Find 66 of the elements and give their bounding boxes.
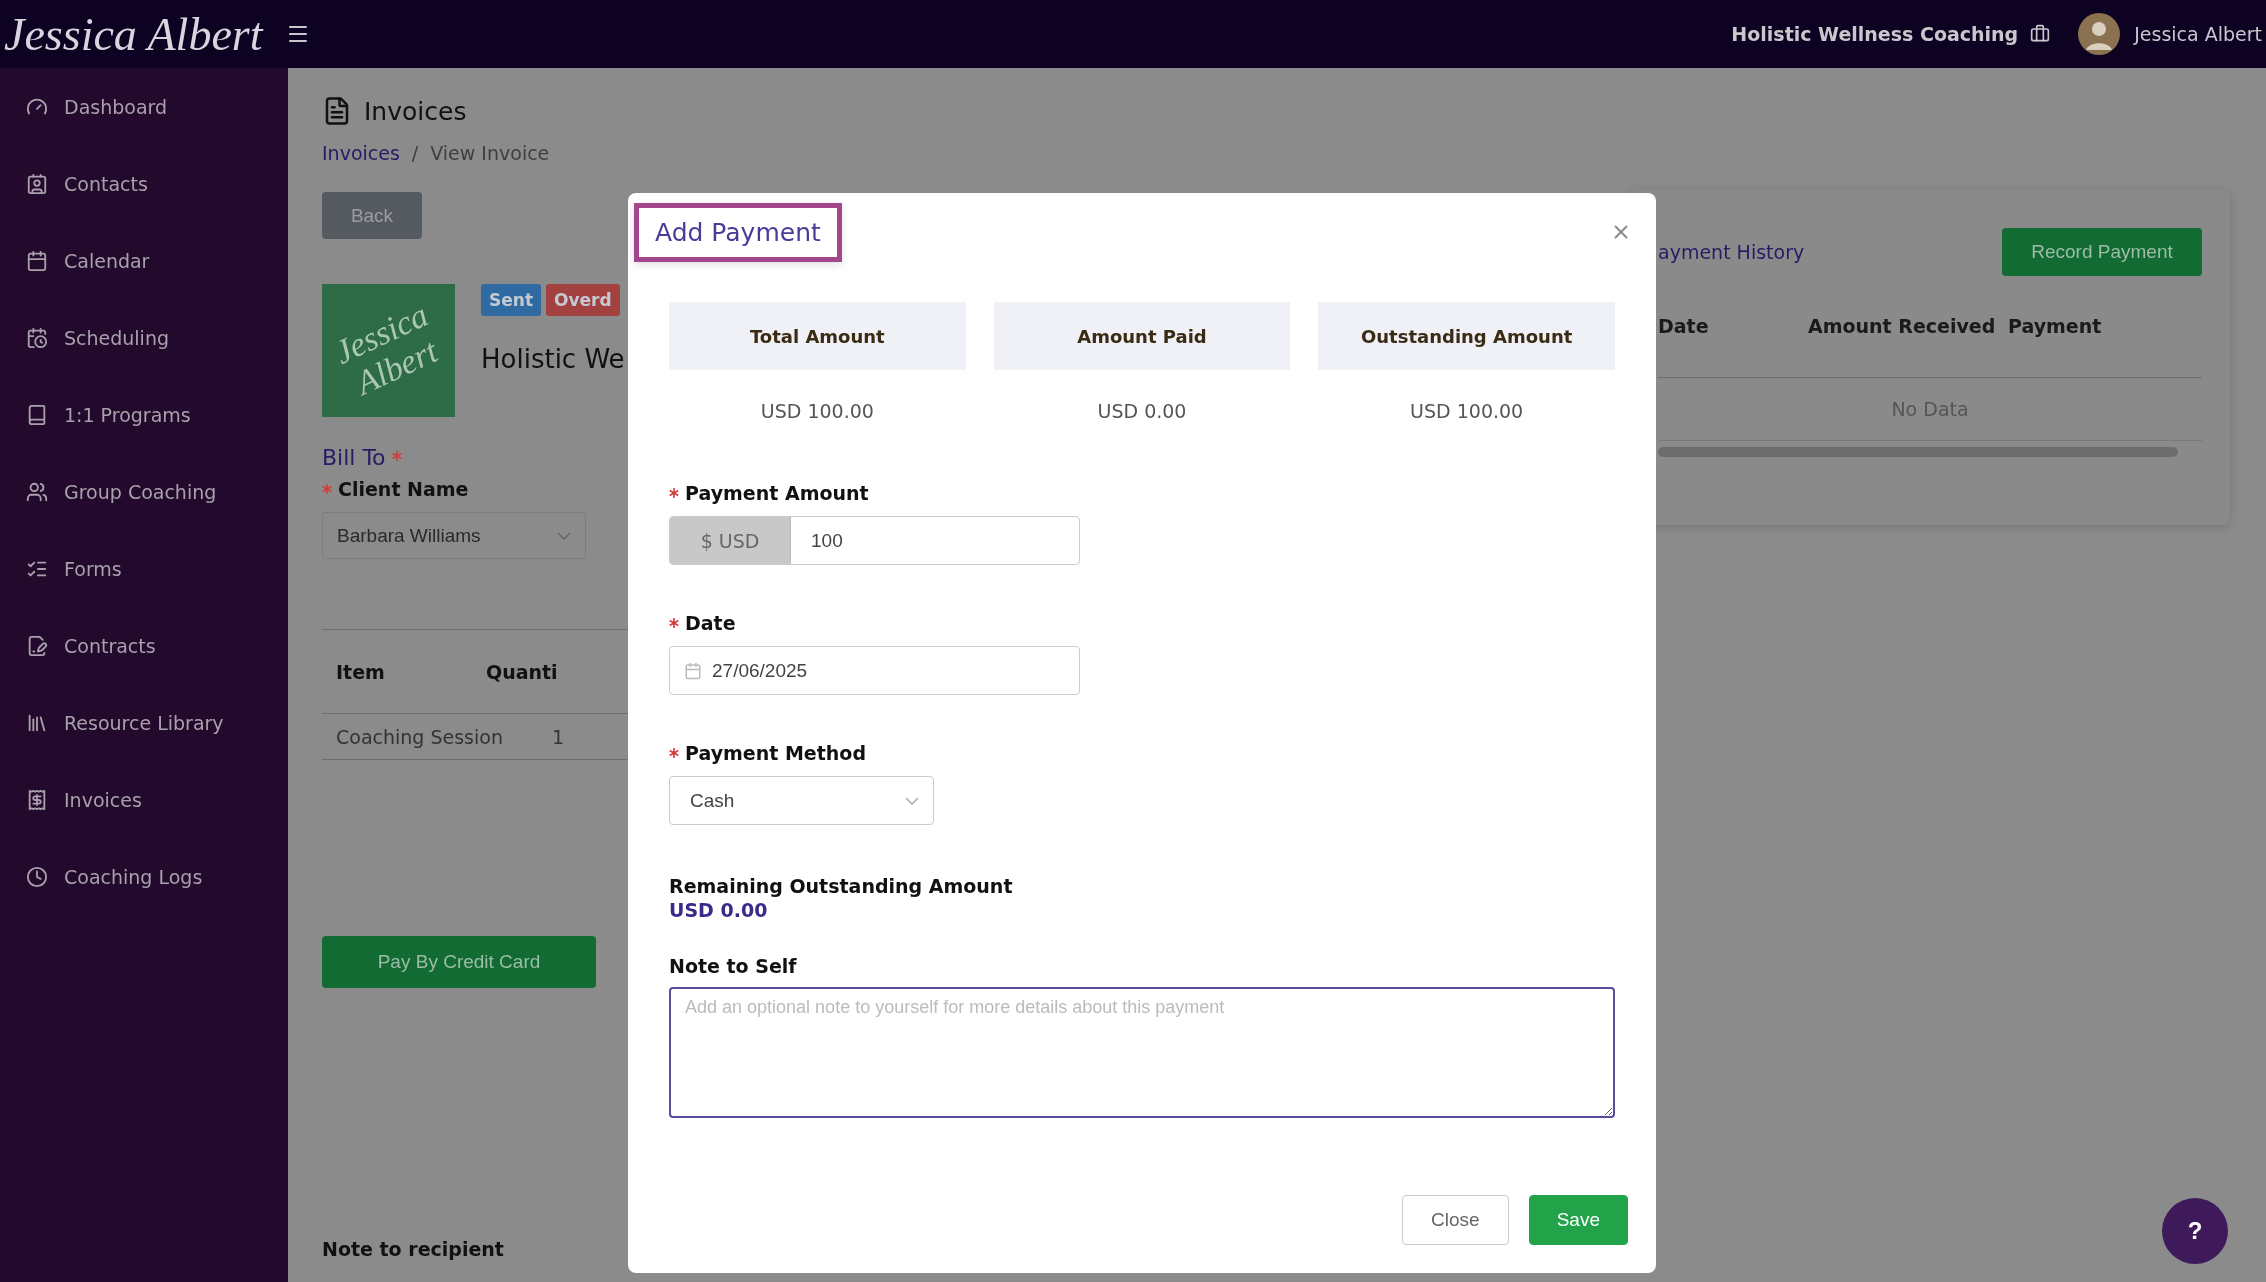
- sidebar-item[interactable]: Invoices: [0, 761, 288, 838]
- amount-field[interactable]: $ USD 100: [669, 516, 1080, 565]
- table-cell-text: Coaching Session: [336, 725, 504, 748]
- sidebar-item[interactable]: 1:1 Programs: [0, 376, 288, 453]
- sidebar-item[interactable]: Calendar: [0, 222, 288, 299]
- summary-header: Outstanding Amount: [1318, 302, 1615, 370]
- users-icon: [26, 480, 48, 503]
- sidebar-item[interactable]: Group Coaching: [0, 453, 288, 530]
- summary-value: USD 0.00: [1096, 400, 1188, 422]
- brand-logo: Jessica Albert: [4, 7, 263, 61]
- column-header: Payment: [2008, 314, 2103, 340]
- column-header: Amount Received: [1808, 314, 1997, 340]
- breadcrumb-link[interactable]: Invoices: [322, 142, 400, 164]
- sidebar-item[interactable]: Resource Library: [0, 684, 288, 761]
- column-header: Quanti: [486, 660, 559, 683]
- field-label: Note to recipient: [322, 1238, 505, 1260]
- business-logo: Jessica Albert: [322, 284, 455, 417]
- remaining-amount: USD 0.00: [669, 899, 769, 921]
- table-cell-text: 1: [552, 725, 566, 748]
- client-select[interactable]: Barbara Williams: [322, 512, 586, 559]
- summary-header: Total Amount: [669, 302, 966, 370]
- sidebar-item[interactable]: Coaching Logs: [0, 838, 288, 915]
- status-badge: Sent: [481, 284, 541, 316]
- page-title: Invoices: [364, 96, 467, 126]
- signature-icon: [26, 634, 48, 657]
- breadcrumb-text: /: [411, 142, 419, 164]
- briefcase-icon[interactable]: [2030, 24, 2051, 44]
- close-button[interactable]: Close: [1402, 1195, 1509, 1245]
- field-label: Note to Self: [669, 955, 797, 977]
- book-icon: [26, 403, 48, 426]
- scrollbar[interactable]: [1658, 447, 2178, 457]
- chevron-down-icon: [557, 531, 571, 540]
- column-header: Date: [1658, 314, 1710, 340]
- sidebar-item[interactable]: Scheduling: [0, 299, 288, 376]
- date-field[interactable]: 27/06/2025: [669, 646, 1080, 695]
- sidebar-item[interactable]: Dashboard: [0, 68, 288, 145]
- dialog-title: Add Payment: [634, 203, 842, 262]
- column-header: Item: [336, 660, 386, 683]
- calendar-clock-icon: [26, 326, 48, 349]
- note-field[interactable]: Add an optional note to yourself for more details about this payment: [669, 987, 1615, 1118]
- field-label: Remaining Outstanding Amount: [669, 875, 1014, 897]
- sidebar-item[interactable]: Forms: [0, 530, 288, 607]
- summary-value: USD 100.00: [759, 400, 875, 422]
- sidebar-item[interactable]: Contracts: [0, 607, 288, 684]
- business-name: Holistic Wellness Coaching: [1731, 23, 2019, 45]
- field-label: Client Name: [338, 478, 469, 500]
- calendar-icon: [684, 661, 702, 680]
- business-name: Holistic We: [481, 344, 625, 374]
- field-label: Payment Method: [685, 742, 866, 764]
- chevron-down-icon: [905, 796, 919, 805]
- clock-icon: [26, 865, 48, 888]
- card-title: ayment History: [1658, 241, 1805, 263]
- payment-method-select[interactable]: Cash: [669, 776, 934, 825]
- help-button[interactable]: ?: [2162, 1198, 2228, 1264]
- user-name[interactable]: Jessica Albert: [2134, 23, 2262, 45]
- section-title: Bill To: [322, 445, 386, 470]
- sidebar-item[interactable]: Contacts: [0, 145, 288, 222]
- breadcrumb-text: View Invoice: [430, 142, 550, 164]
- avatar-icon[interactable]: [2078, 13, 2121, 55]
- summary-value: USD 100.00: [1409, 400, 1525, 422]
- field-label: Payment Amount: [685, 482, 869, 504]
- summary-header: Amount Paid: [993, 302, 1291, 370]
- field-label: Date: [685, 612, 736, 634]
- status-badge: Overd: [546, 284, 620, 316]
- contact-card-icon: [26, 172, 48, 195]
- calendar-icon: [26, 249, 48, 272]
